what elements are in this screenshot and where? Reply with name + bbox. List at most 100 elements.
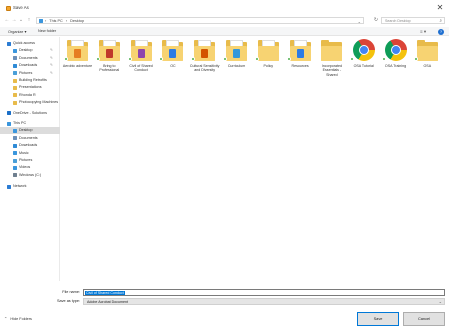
nav-item-label: Pictures <box>19 70 33 75</box>
chrome-logo-icon <box>353 39 376 61</box>
nav-item[interactable]: Quick access <box>0 40 60 47</box>
recent-locations-icon[interactable]: ⌄ <box>18 17 24 24</box>
address-bar[interactable]: › This PC › Desktop ⌄ <box>36 17 364 24</box>
folder-front <box>321 46 343 61</box>
drive-icon <box>13 173 17 178</box>
document-badge-icon <box>233 49 240 58</box>
nav-item[interactable]: OneDrive - Solutions <box>0 110 60 117</box>
folder-icon <box>226 39 247 62</box>
folder-icon <box>257 39 279 62</box>
file-item[interactable]: Civil of Shared Conduct <box>126 39 157 79</box>
file-item[interactable]: OSA <box>412 39 443 79</box>
file-item[interactable]: Cultural Sensitivity and Diversity <box>189 39 220 79</box>
nav-item[interactable]: Downloads ✎ <box>0 62 60 69</box>
pictures-icon <box>13 71 17 76</box>
chevron-down-icon: ⌄ <box>438 299 442 304</box>
search-icon: ⌕ <box>439 18 442 24</box>
chevron-down-icon[interactable]: ⌄ <box>358 19 361 24</box>
help-icon[interactable]: ? <box>438 28 444 35</box>
folder-icon <box>321 39 343 62</box>
save-type-select[interactable]: Adobe Acrobat Document ⌄ <box>83 297 445 305</box>
nav-item[interactable]: Rhonda R <box>0 92 60 99</box>
app-icon <box>6 6 11 11</box>
nav-item[interactable]: Music <box>0 150 60 157</box>
breadcrumb-separator: › <box>65 18 68 23</box>
save-type-row: Save as type: Adobe Acrobat Document ⌄ <box>0 297 449 305</box>
nav-item[interactable]: This PC <box>0 120 60 127</box>
file-name: Incorporated Essentials - Shared <box>321 64 342 77</box>
file-name: Aerobic adventure <box>62 64 93 68</box>
hide-folders-button[interactable]: ⌃ Hide Folders <box>4 316 32 321</box>
nav-item[interactable]: Downloads <box>0 142 60 149</box>
close-icon[interactable]: ✕ <box>435 3 445 13</box>
documents-icon <box>13 56 17 61</box>
nav-item[interactable]: Desktop <box>0 127 60 135</box>
navigation-pane[interactable]: Quick access Desktop ✎ Documents ✎ Downloads ✎… <box>0 37 60 281</box>
file-name: OSA <box>423 64 432 68</box>
up-arrow-icon[interactable]: ↑ <box>26 17 32 24</box>
chrome-shortcut-icon <box>385 39 407 62</box>
file-item[interactable]: Resources <box>285 39 316 79</box>
folder-icon <box>130 39 152 62</box>
pin-icon: ✎ <box>50 48 53 53</box>
nav-item-label: Photocopying Machines <box>19 100 59 105</box>
file-item[interactable]: Bring to Professional <box>94 39 125 79</box>
pc-icon <box>39 19 43 23</box>
file-item[interactable]: OSA Training <box>380 39 411 79</box>
folder-icon <box>67 39 88 62</box>
nav-item[interactable]: Documents <box>0 135 60 142</box>
nav-item[interactable]: Windows (C:) <box>0 172 60 179</box>
folder-icon <box>416 39 438 62</box>
nav-item[interactable]: Photocopying Machines <box>0 99 60 106</box>
file-name: OSA Tutorial <box>353 64 374 68</box>
nav-item[interactable]: Pictures ✎ <box>0 70 60 77</box>
file-item[interactable]: OC <box>157 39 188 79</box>
sync-status-icon <box>254 57 259 61</box>
file-item[interactable]: Policy <box>253 39 284 79</box>
file-item[interactable]: Curriculum <box>221 39 252 79</box>
nav-item[interactable]: Building Retrofits <box>0 77 60 84</box>
window-title: Save As <box>13 5 29 10</box>
sync-status-icon <box>95 57 100 61</box>
breadcrumb-desktop[interactable]: Desktop <box>70 19 84 23</box>
onedrive-icon <box>7 111 11 116</box>
nav-item[interactable]: Network <box>0 183 60 190</box>
forward-arrow-icon[interactable]: → <box>11 17 17 24</box>
file-item[interactable]: Incorporated Essentials - Shared <box>316 39 347 79</box>
search-input[interactable]: Search Desktop ⌕ <box>381 17 445 24</box>
chevron-up-icon: ⌃ <box>4 316 8 321</box>
file-item[interactable]: OSA Tutorial <box>348 39 379 79</box>
organize-button[interactable]: Organize ▾ <box>8 29 26 34</box>
breadcrumb: › This PC › Desktop <box>45 19 86 23</box>
file-list[interactable]: Aerobic adventure Bring to Professional Ci… <box>61 37 449 281</box>
music-icon <box>13 151 17 156</box>
file-name: Policy <box>263 64 274 68</box>
breadcrumb-this-pc[interactable]: This PC <box>49 19 63 23</box>
nav-item[interactable]: Desktop ✎ <box>0 47 60 54</box>
desktop-icon <box>13 48 17 53</box>
back-arrow-icon[interactable]: ← <box>4 17 10 24</box>
file-name: Curriculum <box>227 64 246 68</box>
breadcrumb-separator: › <box>45 18 47 23</box>
nav-item[interactable]: Documents ✎ <box>0 55 60 62</box>
videos-icon <box>13 165 17 170</box>
address-row: ← → ⌄ ↑ › This PC › Desktop ⌄ ↻ Search D… <box>0 16 449 26</box>
cancel-button[interactable]: Cancel <box>403 312 445 326</box>
title-bar: Save As ✕ <box>0 0 449 16</box>
save-button[interactable]: Save <box>357 312 399 326</box>
nav-item[interactable]: Pictures <box>0 157 60 164</box>
nav-item-label: This PC <box>13 121 27 125</box>
file-name-input[interactable]: Civil of Shared Conduct <box>83 288 445 296</box>
hide-folders-label: Hide Folders <box>10 317 32 321</box>
nav-item-label: Network <box>13 184 27 189</box>
nav-item[interactable]: Videos <box>0 164 60 171</box>
chrome-shortcut-icon <box>353 39 376 62</box>
nav-item-label: Documents <box>19 55 38 60</box>
nav-item-label: Presentations <box>19 85 42 90</box>
pictures-icon <box>13 158 17 163</box>
new-folder-button[interactable]: New folder <box>38 29 56 33</box>
file-item[interactable]: Aerobic adventure <box>62 39 93 79</box>
nav-item[interactable]: Presentations <box>0 84 60 91</box>
view-options-icon[interactable]: ≡ ▾ <box>420 29 426 35</box>
refresh-icon[interactable]: ↻ <box>373 17 379 24</box>
